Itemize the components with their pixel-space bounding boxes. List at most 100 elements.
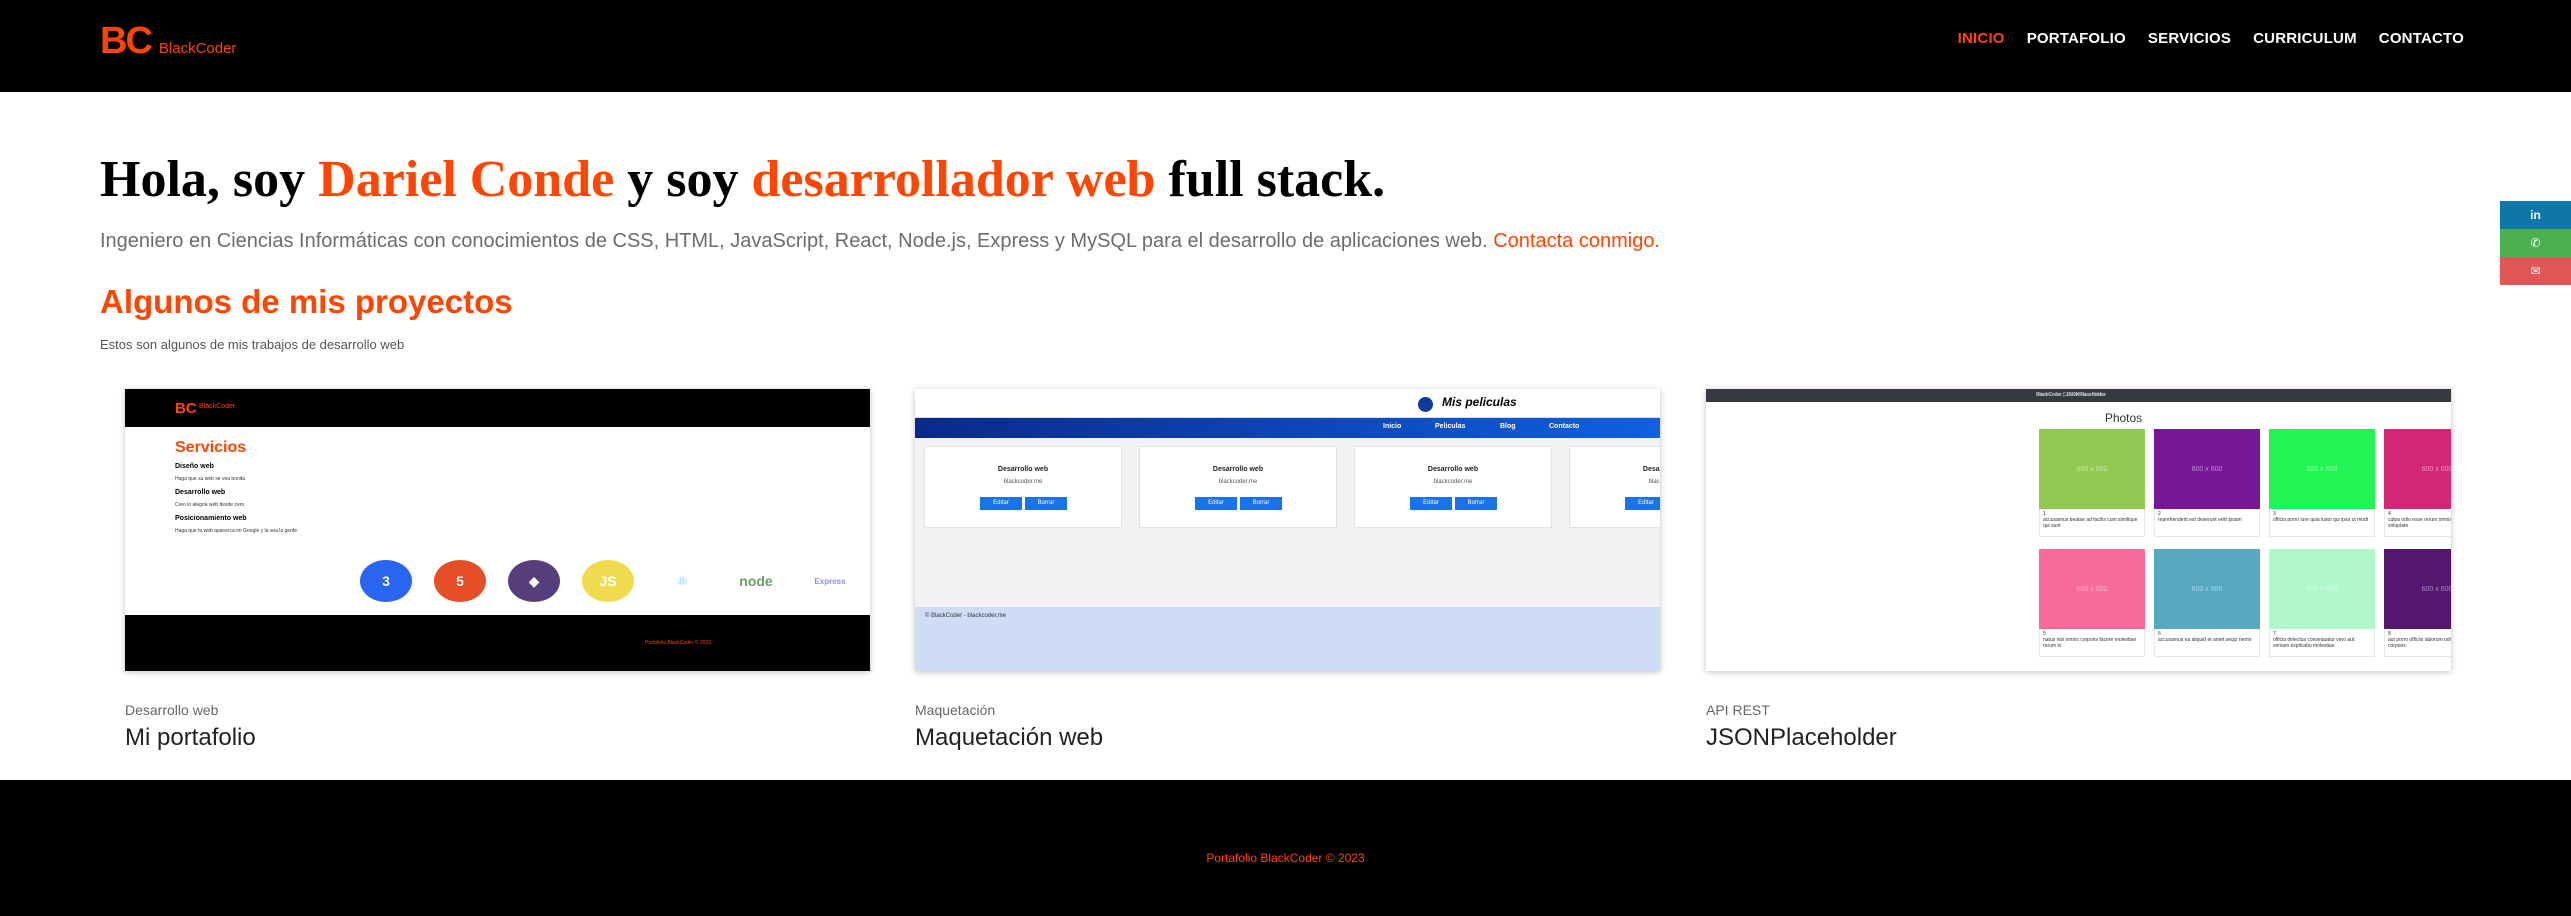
thumb-photo-caption: 3 officia porro iure quia iusto qui ipsa … <box>2269 509 2375 537</box>
thumb-header: Mis peliculas <box>915 389 1660 418</box>
play-icon <box>1418 397 1433 412</box>
thumb-photo: 600 x 600 <box>2154 549 2260 629</box>
thumb-card: Desarrollo webblackcoder.meEditarBorrar <box>1139 446 1337 528</box>
hero-name: Dariel Conde <box>318 151 615 208</box>
nav-inicio[interactable]: INICIO <box>1958 30 2005 47</box>
thumb-photo-caption: 8aut porro officiis laborum odit ea laud… <box>2384 629 2451 657</box>
project-card-maquetacion[interactable]: Mis peliculas Inicio Peliculas Blog Cont… <box>915 389 1660 752</box>
thumb-photo-caption: 2 reprehenderit est deserunt velit ipsam <box>2154 509 2260 537</box>
nodejs-icon: node <box>739 573 773 589</box>
thumb-card-title: Desarrollo web <box>1212 466 1264 473</box>
thumb-photo-title: reprehenderit est deserunt velit ipsam <box>2158 517 2242 523</box>
thumb-menu-item: Contacto <box>1549 423 1580 430</box>
thumb-menu-item: Peliculas <box>1435 423 1466 430</box>
project-category: Maquetación <box>915 702 996 718</box>
thumb-photo-caption: 7 officia delectus consequatur vero aut v… <box>2269 629 2375 657</box>
thumb-card: Desarrollo web blackcoder.me EditarBorrar <box>1354 446 1552 528</box>
thumb-photo-caption: 6 accusamus ea aliquid et amet sequi nemo <box>2154 629 2260 657</box>
thumb-topbar: BlackCoder | JSONPlaceholder Inicio Foto… <box>1706 389 2451 402</box>
project-title[interactable]: JSONPlaceholder <box>1706 724 2451 752</box>
email-icon[interactable]: ✉ <box>2500 257 2571 285</box>
brand-link[interactable]: BC BlackCoder <box>100 20 236 63</box>
thumb-card-sub: blackcoder.me <box>1003 479 1043 485</box>
react-icon: ⚛ <box>675 572 689 589</box>
thumb-photo-caption: 1 accusamus beatae ad facilis cum similiq… <box>2039 509 2145 537</box>
thumb-card-sub: blackcoder.me <box>1648 479 1660 485</box>
thumb-title: Mis peliculas <box>1442 395 1517 409</box>
html5-icon: 5 <box>434 560 486 602</box>
hero-role: desarrollador web <box>751 151 1156 208</box>
thumb-photo: 600 x 600 <box>2039 549 2145 629</box>
nav-curriculum[interactable]: CURRICULUM <box>2253 30 2357 47</box>
hero-text: y soy <box>614 151 752 208</box>
hero-title: Hola, soy Dariel Conde y soy desarrollad… <box>100 150 1385 209</box>
thumb-brand: BlackCoder <box>199 403 236 410</box>
thumb-service-desc: Haga que su web se vea bonita <box>175 476 246 482</box>
thumb-footer: © BlackCoder - blackcoder.me <box>915 607 1660 671</box>
thumb-service-name: Desarrollo web <box>175 489 226 496</box>
project-thumbnail-portfolio[interactable]: BC BlackCoder Servicios Diseño web Haga … <box>125 389 870 671</box>
thumb-photo-caption: 4culpa odio esse rerum omnis laboriosam … <box>2384 509 2451 537</box>
thumb-photo: 600 x 600 <box>2384 429 2451 509</box>
thumb-edit-button: Editar <box>980 497 1022 510</box>
thumb-service-desc: Creo lo alegria web desde cero <box>175 502 245 508</box>
contact-link[interactable]: Contacta conmigo. <box>1493 230 1660 252</box>
thumb-card-title: Desarrollo web <box>1427 466 1479 473</box>
thumb-photo-title: aut porro officiis laborum odit ea lauda… <box>2388 637 2451 649</box>
thumb-photo: 600 x 600 <box>2039 429 2145 509</box>
thumb-service-desc: Haga que tu web aparezca en Google y la … <box>175 528 298 534</box>
project-thumbnail-maquetacion[interactable]: Mis peliculas Inicio Peliculas Blog Cont… <box>915 389 1660 671</box>
nav-servicios[interactable]: SERVICIOS <box>2148 30 2231 47</box>
projects-subtitle: Estos son algunos de mis trabajos de des… <box>100 337 405 352</box>
project-title[interactable]: Maquetación web <box>915 724 1660 752</box>
thumb-footer-text: © BlackCoder - blackcoder.me <box>925 613 1007 619</box>
thumb-delete-button: Borrar <box>1240 497 1282 510</box>
thumb-footer: Portafolio BlackCoder © 2023 <box>125 615 870 671</box>
main-nav: INICIO PORTAFOLIO SERVICIOS CURRICULUM C… <box>1936 30 2464 48</box>
brand-logo: BC <box>100 20 153 62</box>
thumb-edit-button: Editar <box>1625 497 1660 510</box>
thumb-card: Desarrollo web blackcoder.me EditarBorrar <box>924 446 1122 528</box>
nav-contacto[interactable]: CONTACTO <box>2379 30 2464 47</box>
thumb-menu: Inicio Peliculas Blog Contacto <box>915 418 1660 438</box>
project-thumbnail-jsonplaceholder[interactable]: BlackCoder | JSONPlaceholder Inicio Foto… <box>1706 389 2451 671</box>
thumb-photo-title: officia delectus consequatur vero aut ve… <box>2273 637 2355 649</box>
linkedin-icon[interactable]: in <box>2500 201 2571 229</box>
thumb-edit-button: Editar <box>1410 497 1452 510</box>
navbar: BC BlackCoder INICIO PORTAFOLIO SERVICIO… <box>0 0 2571 92</box>
whatsapp-icon[interactable]: ✆ <box>2500 229 2571 257</box>
thumb-menu-item: Inicio <box>1383 423 1402 430</box>
thumb-photo-title: culpa odio esse rerum omnis laboriosam v… <box>2388 517 2451 529</box>
express-icon: Express <box>814 576 846 586</box>
thumb-card: Desarrollo webblackcoder.meEditarBorrar <box>1569 446 1660 528</box>
project-category: Desarrollo web <box>125 702 219 718</box>
thumb-photo-caption: 5 natus nisi omnis corporis facere molest… <box>2039 629 2145 657</box>
project-title[interactable]: Mi portafolio <box>125 724 870 752</box>
thumb-topbar-nav: Inicio Fotos Comentarios Todos <box>2036 392 2106 398</box>
thumb-photo-title: accusamus ea aliquid et amet sequi nemo <box>2158 637 2252 643</box>
project-card-jsonplaceholder[interactable]: BlackCoder | JSONPlaceholder Inicio Foto… <box>1706 389 2451 752</box>
hero-text: full stack. <box>1155 151 1386 208</box>
css3-icon: 3 <box>360 560 412 602</box>
hero-text: Hola, soy <box>100 151 319 208</box>
js-icon: JS <box>582 560 634 602</box>
footer-text: Portafolio BlackCoder © 2023 <box>1206 851 1365 865</box>
social-sidebar: in ✆ ✉ <box>2500 201 2571 285</box>
project-card-portfolio[interactable]: BC BlackCoder Servicios Diseño web Haga … <box>125 389 870 752</box>
thumb-photo: 600 x 600 <box>2154 429 2260 509</box>
thumb-photo-title: accusamus beatae ad facilis cum similiqu… <box>2043 517 2138 529</box>
thumb-photo-title: officia porro iure quia iusto qui ipsa u… <box>2273 517 2368 523</box>
thumb-delete-button: Borrar <box>1455 497 1497 510</box>
thumb-card-title: Desarrollo web <box>1642 466 1660 473</box>
thumb-footer-text: Portafolio BlackCoder © 2023 <box>645 640 711 646</box>
nav-portafolio[interactable]: PORTAFOLIO <box>2027 30 2126 47</box>
thumb-delete-button: Borrar <box>1025 497 1067 510</box>
thumb-card-title: Desarrollo web <box>997 466 1049 473</box>
hero-subtitle: Ingeniero en Ciencias Informáticas con c… <box>100 230 1660 253</box>
thumb-card-sub: blackcoder.me <box>1218 479 1258 485</box>
thumb-photo: 600 x 600 <box>2384 549 2451 629</box>
thumb-navbar: BC BlackCoder <box>125 389 870 427</box>
thumb-card-sub: blackcoder.me <box>1433 479 1473 485</box>
bootstrap-icon: ◆ <box>508 560 560 602</box>
thumb-photo-title: natus nisi omnis corporis facere molesti… <box>2043 637 2137 649</box>
